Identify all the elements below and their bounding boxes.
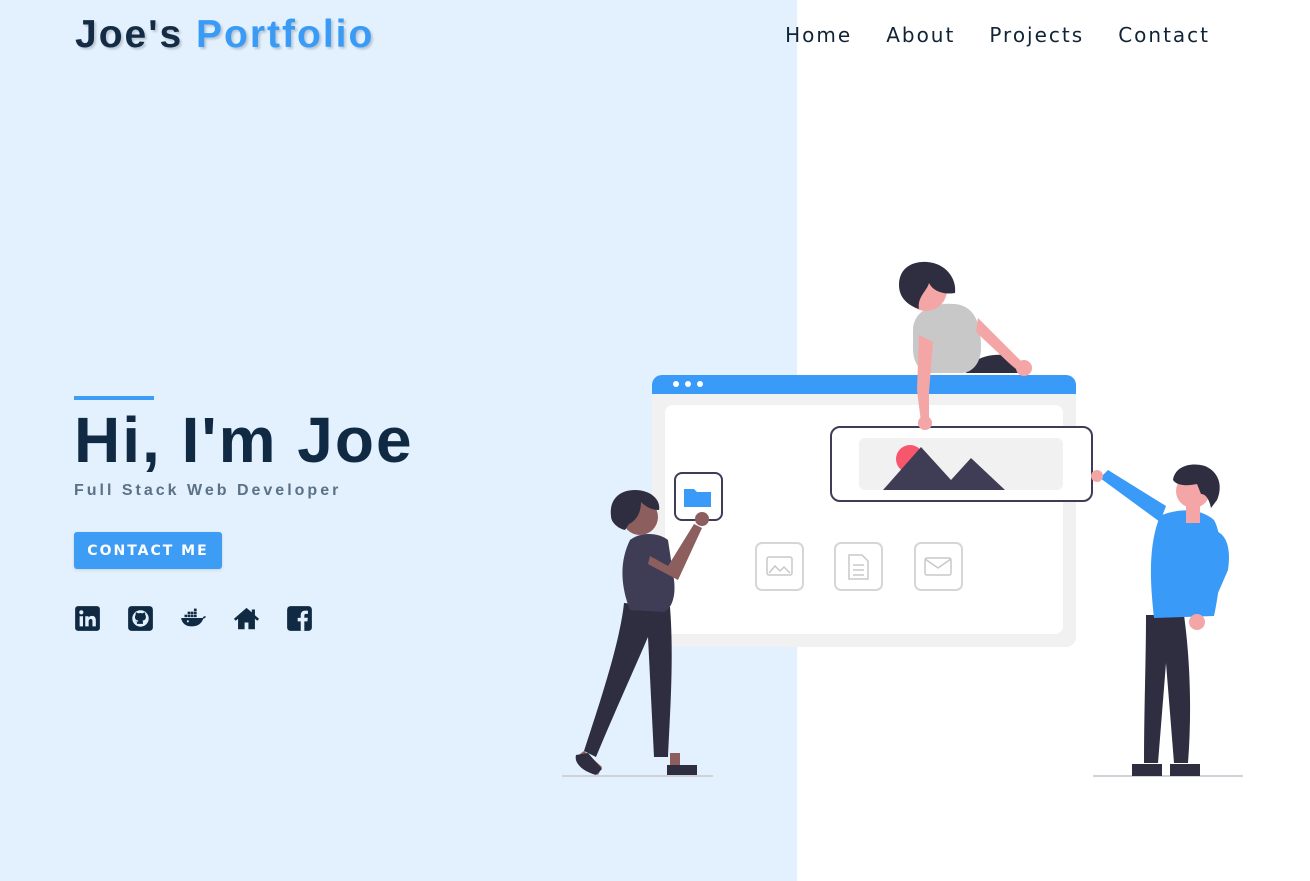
github-icon[interactable]: [127, 605, 154, 632]
hero-subtitle: Full Stack Web Developer: [74, 482, 342, 499]
facebook-icon[interactable]: [286, 605, 313, 632]
nav-contact[interactable]: Contact: [1118, 22, 1210, 48]
nav-projects[interactable]: Projects: [989, 22, 1084, 48]
hero-title: Hi, I'm Joe: [74, 404, 414, 476]
main-nav: Home About Projects Contact: [785, 22, 1210, 48]
title-accent-line: [74, 396, 154, 400]
contact-me-button[interactable]: CONTACT ME: [74, 532, 222, 569]
logo-portfolio: Portfolio: [196, 13, 375, 56]
hero-illustration: [562, 261, 1243, 777]
home-icon[interactable]: [233, 605, 260, 632]
site-logo[interactable]: Joe's Portfolio: [75, 12, 374, 58]
linkedin-icon[interactable]: [74, 605, 101, 632]
nav-home[interactable]: Home: [785, 22, 852, 48]
social-links: [74, 605, 313, 632]
logo-name: Joe's: [75, 13, 184, 56]
docker-icon[interactable]: [180, 605, 207, 632]
nav-about[interactable]: About: [886, 22, 955, 48]
